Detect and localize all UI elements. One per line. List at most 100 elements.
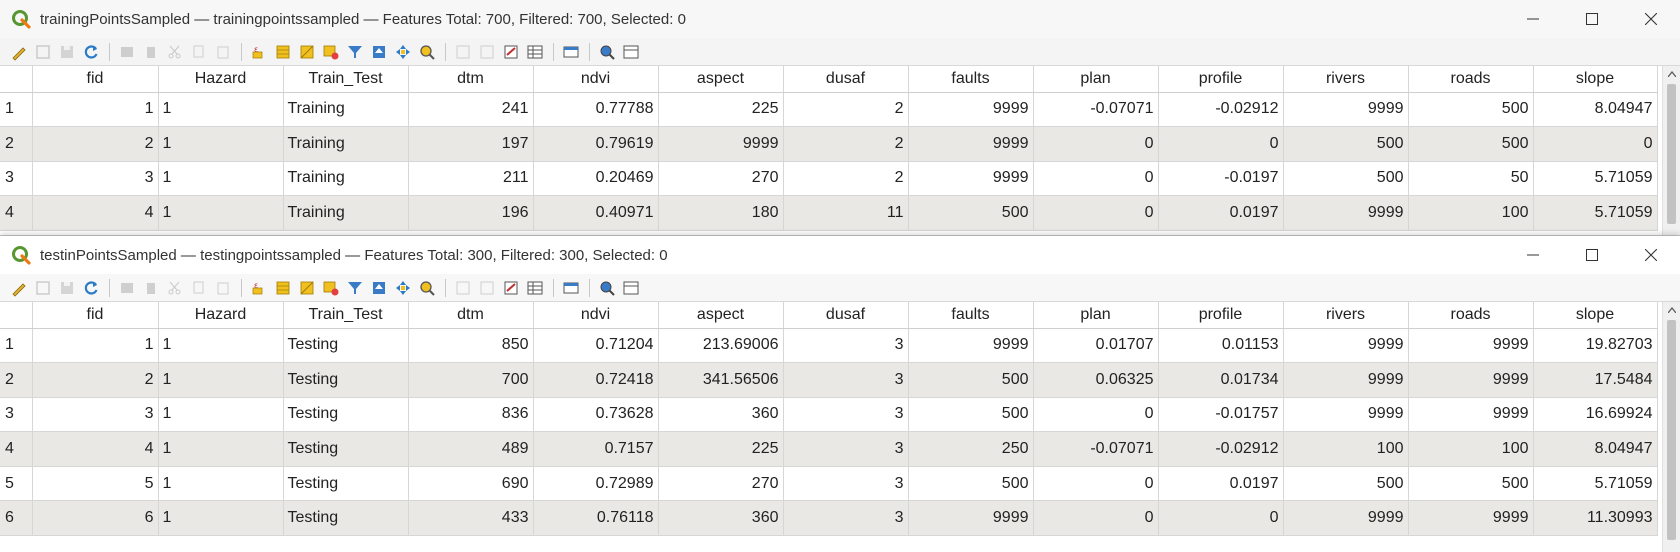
table-cell[interactable]: 270	[658, 161, 784, 197]
table-cell[interactable]: 241	[408, 92, 534, 128]
table-cell[interactable]: Testing	[283, 328, 409, 364]
table-cell[interactable]: 0	[1033, 466, 1159, 502]
table-cell[interactable]: -0.02912	[1158, 431, 1284, 467]
delete-feature-icon[interactable]	[140, 41, 162, 63]
table-cell[interactable]: 270	[658, 466, 784, 502]
select-by-expression-icon[interactable]: ε	[248, 277, 270, 299]
zoom-to-selected-icon[interactable]	[416, 277, 438, 299]
table-cell[interactable]: 1	[158, 328, 284, 364]
conditional-formatting-icon[interactable]	[524, 277, 546, 299]
table-cell[interactable]: 9999	[1283, 362, 1409, 398]
table-cell[interactable]: 5.71059	[1533, 195, 1658, 231]
table-cell[interactable]: 250	[908, 431, 1034, 467]
row-number[interactable]: 4	[0, 431, 33, 467]
scrollbar-thumb[interactable]	[1667, 320, 1676, 540]
table-cell[interactable]: 1	[158, 362, 284, 398]
column-header-train-test[interactable]: Train_Test	[283, 66, 409, 93]
filter-select-icon[interactable]	[344, 41, 366, 63]
table-row[interactable]: 2 2 1 Testing 700 0.72418 341.56506 3 500 0.06325…	[0, 362, 1658, 398]
table-cell[interactable]: 9999	[1408, 362, 1534, 398]
select-by-expression-icon[interactable]: ε	[248, 41, 270, 63]
column-header-hazard[interactable]: Hazard	[158, 66, 284, 93]
table-cell[interactable]: 100	[1408, 431, 1534, 467]
row-number[interactable]: 1	[0, 92, 33, 128]
actions-icon[interactable]	[596, 41, 618, 63]
table-cell[interactable]: 0	[1033, 161, 1159, 197]
dock-table-icon[interactable]	[560, 277, 582, 299]
table-cell[interactable]: 211	[408, 161, 534, 197]
table-cell[interactable]: 0	[1033, 500, 1159, 537]
table-cell[interactable]: 9999	[908, 126, 1034, 162]
pan-to-selected-icon[interactable]	[392, 41, 414, 63]
invert-selection-icon[interactable]	[296, 41, 318, 63]
table-cell[interactable]: -0.01757	[1158, 397, 1284, 433]
table-cell[interactable]: 2	[783, 161, 909, 197]
table-cell[interactable]: 9999	[1408, 500, 1534, 537]
table-cell[interactable]: 360	[658, 397, 784, 433]
table-cell[interactable]: 500	[1283, 161, 1409, 197]
table-cell[interactable]: 0.72418	[533, 362, 659, 398]
table-cell[interactable]: 3	[783, 328, 909, 364]
table-cell[interactable]: 0.76118	[533, 500, 659, 537]
deselect-all-icon[interactable]	[320, 277, 342, 299]
table-cell[interactable]: 500	[1408, 92, 1534, 128]
save-edits-icon[interactable]	[56, 41, 78, 63]
table-cell[interactable]: 3	[783, 362, 909, 398]
table-cell[interactable]: 0.01153	[1158, 328, 1284, 364]
table-cell[interactable]: 0	[1533, 126, 1658, 162]
row-number[interactable]: 4	[0, 195, 33, 231]
cut-icon[interactable]	[164, 277, 186, 299]
column-header-slope[interactable]: slope	[1533, 302, 1658, 329]
maximize-button[interactable]	[1562, 0, 1621, 38]
table-cell[interactable]: 9999	[1283, 328, 1409, 364]
table-cell[interactable]: 2	[32, 362, 159, 398]
pan-to-selected-icon[interactable]	[392, 277, 414, 299]
scroll-up-icon[interactable]	[1663, 302, 1680, 318]
table-cell[interactable]: 50	[1408, 161, 1534, 197]
table-cell[interactable]: 100	[1408, 195, 1534, 231]
move-selection-to-top-icon[interactable]	[368, 41, 390, 63]
paste-icon[interactable]	[212, 41, 234, 63]
table-cell[interactable]: 850	[408, 328, 534, 364]
new-field-icon[interactable]	[452, 41, 474, 63]
scrollbar-thumb[interactable]	[1667, 84, 1676, 224]
save-edits-icon[interactable]	[56, 277, 78, 299]
table-cell[interactable]: Testing	[283, 431, 409, 467]
minimize-button[interactable]	[1503, 0, 1562, 38]
column-header-profile[interactable]: profile	[1158, 302, 1284, 329]
table-row[interactable]: 5 5 1 Testing 690 0.72989 270 3 500 0 0.0197 500 500…	[0, 466, 1658, 502]
move-selection-to-top-icon[interactable]	[368, 277, 390, 299]
table-cell[interactable]: 5.71059	[1533, 161, 1658, 197]
table-row[interactable]: 3 3 1 Testing 836 0.73628 360 3 500 0 -0.01757 9999…	[0, 397, 1658, 433]
copy-icon[interactable]	[188, 277, 210, 299]
delete-field-icon[interactable]	[476, 277, 498, 299]
table-row[interactable]: 1 1 1 Training 241 0.77788 225 2 9999 -0.07071 -0.…	[0, 92, 1658, 128]
field-calculator-icon[interactable]	[500, 277, 522, 299]
table-cell[interactable]: 500	[908, 362, 1034, 398]
table-cell[interactable]: Training	[283, 92, 409, 128]
row-number[interactable]: 2	[0, 362, 33, 398]
table-cell[interactable]: 196	[408, 195, 534, 231]
table-cell[interactable]: -0.07071	[1033, 431, 1159, 467]
table-cell[interactable]: 0.20469	[533, 161, 659, 197]
column-header-aspect[interactable]: aspect	[658, 66, 784, 93]
table-cell[interactable]: 8.04947	[1533, 92, 1658, 128]
vertical-scrollbar[interactable]	[1662, 302, 1680, 552]
row-number[interactable]: 1	[0, 328, 33, 364]
table-cell[interactable]: 9999	[1283, 500, 1409, 537]
column-header-roads[interactable]: roads	[1408, 66, 1534, 93]
table-cell[interactable]: 0.0197	[1158, 195, 1284, 231]
table-cell[interactable]: -0.07071	[1033, 92, 1159, 128]
column-header-faults[interactable]: faults	[908, 66, 1034, 93]
table-cell[interactable]: 100	[1283, 431, 1409, 467]
table-cell[interactable]: 19.82703	[1533, 328, 1658, 364]
table-cell[interactable]: 213.69006	[658, 328, 784, 364]
table-cell[interactable]: -0.0197	[1158, 161, 1284, 197]
maximize-button[interactable]	[1562, 236, 1621, 274]
table-cell[interactable]: 11.30993	[1533, 500, 1658, 537]
column-header-hazard[interactable]: Hazard	[158, 302, 284, 329]
paste-icon[interactable]	[212, 277, 234, 299]
table-cell[interactable]: 3	[32, 161, 159, 197]
table-cell[interactable]: 9999	[908, 161, 1034, 197]
table-cell[interactable]: 360	[658, 500, 784, 537]
